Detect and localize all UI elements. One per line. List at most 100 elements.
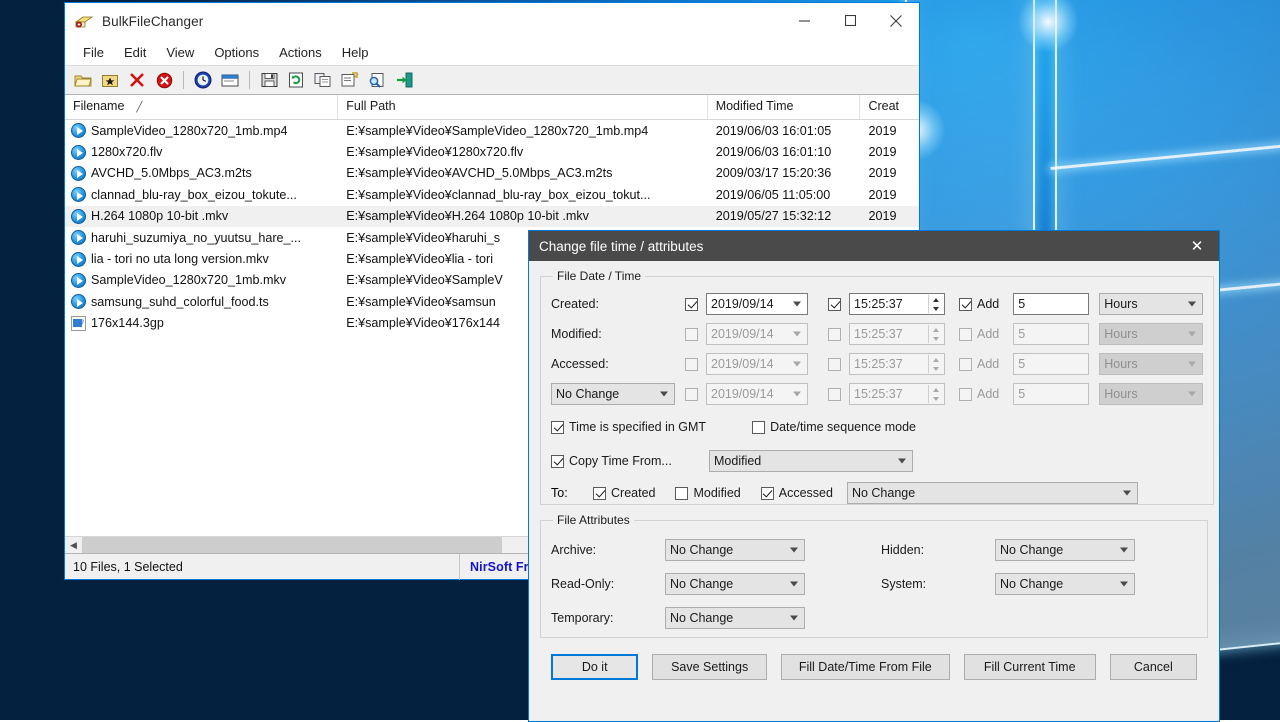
properties-window-icon[interactable] [218,68,242,92]
spinner-down-icon[interactable] [929,394,943,403]
spinner-down-icon[interactable] [929,364,943,373]
add-label: Add [977,327,999,341]
exit-icon[interactable] [392,68,416,92]
date-enable-checkbox[interactable] [685,388,698,401]
time-spinner[interactable] [928,325,943,343]
spinner-up-icon[interactable] [929,295,943,304]
copy-time-from-select[interactable]: Modified [709,450,913,472]
menu-file[interactable]: File [73,42,114,63]
time-input[interactable]: 15:25:37 [849,383,945,405]
time-enable-checkbox[interactable] [828,298,841,311]
time-enable-checkbox[interactable] [828,328,841,341]
date-input[interactable]: 2019/09/14 [706,323,808,345]
unit-select[interactable]: Hours [1099,383,1203,405]
table-row[interactable]: AVCHD_5.0Mbps_AC3.m2tsE:¥sample¥Video¥AV… [65,163,919,184]
add-files-icon[interactable] [98,68,122,92]
amount-input[interactable]: 5 [1013,323,1089,345]
remove-all-icon[interactable] [152,68,176,92]
to-modified-checkbox[interactable] [675,487,688,500]
scroll-thumb[interactable] [82,537,502,554]
column-header-created-time[interactable]: Creat [860,95,919,119]
spinner-up-icon[interactable] [929,385,943,394]
hidden-select[interactable]: No Change [995,539,1135,561]
table-row[interactable]: 1280x720.flvE:¥sample¥Video¥1280x720.flv… [65,141,919,162]
readonly-value: No Change [670,577,733,591]
column-header-modified-time[interactable]: Modified Time [708,95,861,119]
copy-time-from-checkbox[interactable] [551,455,564,468]
temporary-select[interactable]: No Change [665,607,805,629]
date-enable-checkbox[interactable] [685,358,698,371]
amount-input[interactable]: 5 [1013,293,1089,315]
fourth-time-field-select[interactable]: No Change [551,383,675,405]
time-spinner[interactable] [928,355,943,373]
file-properties-icon[interactable] [338,68,362,92]
remove-item-icon[interactable] [125,68,149,92]
maximize-button[interactable] [827,3,873,38]
dialog-close-icon[interactable]: ✕ [1175,231,1219,261]
time-input[interactable]: 15:25:37 [849,353,945,375]
unit-select[interactable]: Hours [1099,353,1203,375]
readonly-select[interactable]: No Change [665,573,805,595]
refresh-icon[interactable] [284,68,308,92]
time-enable-checkbox[interactable] [828,358,841,371]
to-mode-select[interactable]: No Change [847,482,1138,504]
to-accessed-checkbox[interactable] [761,487,774,500]
copy-icon[interactable] [311,68,335,92]
amount-input[interactable]: 5 [1013,383,1089,405]
spinner-up-icon[interactable] [929,355,943,364]
date-enable-checkbox[interactable] [685,328,698,341]
open-folder-icon[interactable] [71,68,95,92]
filename-text: 176x144.3gp [91,316,164,330]
table-row[interactable]: SampleVideo_1280x720_1mb.mp4E:¥sample¥Vi… [65,120,919,141]
archive-select[interactable]: No Change [665,539,805,561]
column-header-filename[interactable]: Filename╱ [65,95,338,119]
date-input[interactable]: 2019/09/14 [706,353,808,375]
sequence-mode-checkbox[interactable] [752,421,765,434]
time-spinner[interactable] [928,385,943,403]
date-input[interactable]: 2019/09/14 [706,383,808,405]
table-row[interactable]: clannad_blu-ray_box_eizou_tokute...E:¥sa… [65,184,919,205]
search-icon[interactable] [365,68,389,92]
menu-help[interactable]: Help [332,42,379,63]
chevron-down-icon [790,582,798,587]
amount-input[interactable]: 5 [1013,353,1089,375]
scroll-left-icon[interactable]: ◀ [65,537,82,554]
fill-current-time-button[interactable]: Fill Current Time [964,654,1096,680]
date-enable-checkbox[interactable] [685,298,698,311]
menu-options[interactable]: Options [204,42,269,63]
unit-value: Hours [1104,297,1137,311]
add-checkbox[interactable] [959,358,972,371]
do-it-button[interactable]: Do it [551,654,638,680]
unit-select[interactable]: Hours [1099,293,1203,315]
menu-view[interactable]: View [156,42,204,63]
spinner-down-icon[interactable] [929,334,943,343]
unit-select[interactable]: Hours [1099,323,1203,345]
column-header-fullpath[interactable]: Full Path [338,95,707,119]
cancel-button[interactable]: Cancel [1110,654,1197,680]
date-input[interactable]: 2019/09/14 [706,293,808,315]
save-icon[interactable] [257,68,281,92]
save-settings-button[interactable]: Save Settings [652,654,767,680]
time-enable-checkbox[interactable] [828,388,841,401]
menu-actions[interactable]: Actions [269,42,332,63]
spinner-up-icon[interactable] [929,325,943,334]
add-checkbox[interactable] [959,298,972,311]
time-input[interactable]: 15:25:37 [849,293,945,315]
minimize-button[interactable] [781,3,827,38]
gmt-checkbox[interactable] [551,421,564,434]
spinner-down-icon[interactable] [929,304,943,313]
to-created-checkbox[interactable] [593,487,606,500]
fill-date-time-from-file-button[interactable]: Fill Date/Time From File [781,654,950,680]
close-button[interactable] [873,3,919,38]
add-checkbox[interactable] [959,388,972,401]
date-time-row: Modified:2019/09/1415:25:37Add5Hours [551,319,1203,349]
change-time-icon[interactable] [191,68,215,92]
add-checkbox[interactable] [959,328,972,341]
table-row[interactable]: H.264 1080p 10-bit .mkvE:¥sample¥Video¥H… [65,206,919,227]
button-label: Do it [582,660,608,674]
attr-row-readonly-system: Read-Only: No Change System: No Change [551,567,1197,601]
menu-edit[interactable]: Edit [114,42,156,63]
time-input[interactable]: 15:25:37 [849,323,945,345]
time-spinner[interactable] [928,295,943,313]
system-select[interactable]: No Change [995,573,1135,595]
